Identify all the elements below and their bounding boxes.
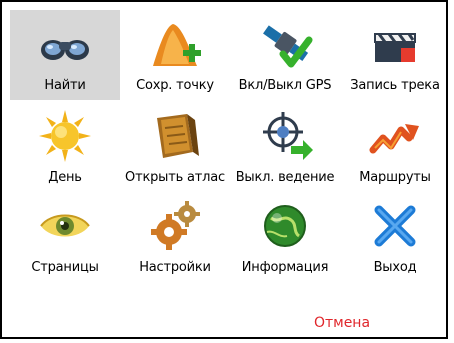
menu-item-open-atlas[interactable]: Открыть атлас [120,102,230,192]
menu-item-information[interactable]: Информация [230,192,340,282]
menu-item-label: Найти [44,78,86,93]
menu-item-label: Выход [373,260,417,275]
binoculars-icon [37,16,93,72]
menu-item-save-point[interactable]: Сохр. точку [120,10,230,100]
close-x-icon [367,198,423,254]
menu-item-navigation-off[interactable]: Выкл. ведение [230,102,340,192]
menu-item-label: Настройки [139,260,211,275]
menu-item-settings[interactable]: Настройки [120,192,230,282]
menu-item-track-record[interactable]: Запись трека [340,10,450,100]
gears-icon [147,198,203,254]
cancel-button[interactable]: Отмена [302,315,382,331]
menu-item-label: Вкл/Выкл GPS [238,78,332,93]
routes-icon [367,108,423,164]
atlas-icon [147,108,203,164]
menu-item-exit[interactable]: Выход [340,192,450,282]
navigation-off-icon [257,108,313,164]
eye-icon [37,198,93,254]
satellite-icon [257,16,313,72]
track-record-icon [367,16,423,72]
menu-item-day[interactable]: День [10,102,120,192]
menu-item-label: Информация [241,260,329,275]
sun-icon [37,108,93,164]
info-globe-icon [257,198,313,254]
menu-item-label: День [48,170,82,185]
menu-item-label: Запись трека [350,78,440,93]
save-point-icon [147,16,203,72]
menu-item-label: Выкл. ведение [235,170,335,185]
menu-item-label: Страницы [31,260,99,275]
menu-item-pages[interactable]: Страницы [10,192,120,282]
menu-item-label: Маршруты [359,170,431,185]
menu-item-label: Сохр. точку [136,78,214,93]
menu-item-gps-toggle[interactable]: Вкл/Выкл GPS [230,10,340,100]
menu-item-label: Открыть атлас [125,170,225,185]
menu-frame: Найти Сохр. точку Вкл/Выкл GPS Запись тр… [0,0,448,339]
menu-item-find[interactable]: Найти [10,10,120,100]
menu-item-routes[interactable]: Маршруты [340,102,450,192]
